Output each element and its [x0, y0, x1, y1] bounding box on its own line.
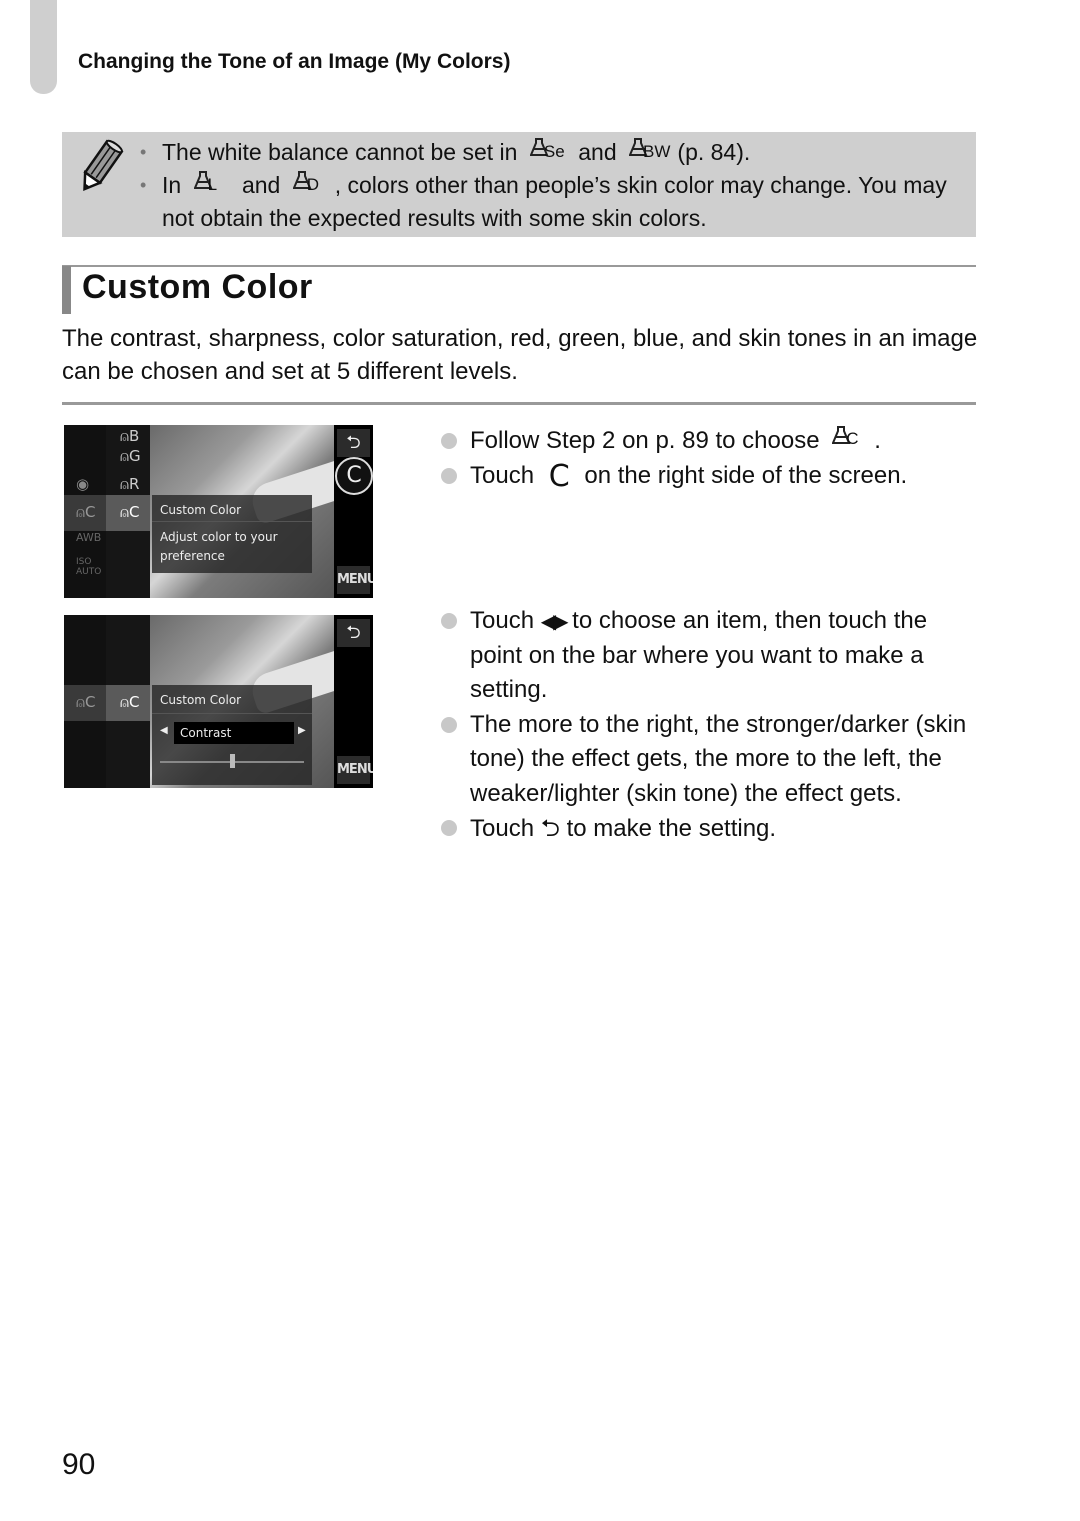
step-text: . [874, 427, 881, 454]
note-text: (p. 84). [677, 139, 751, 165]
chapter-tab-marker [30, 0, 57, 94]
section-top-rule [62, 265, 976, 267]
icon-sub: R [129, 475, 140, 493]
my-colors-custom-icon[interactable]: ⍝C [120, 693, 140, 711]
back-button[interactable]: ⮌ [337, 619, 370, 647]
item-selector: ◀ Contrast ▶ [156, 722, 308, 744]
camera-screen-custom-color-adjust: ⍝C ⍝C Custom Color ◀ Contrast ▶ ⮌ MENU [64, 615, 373, 788]
menu-button[interactable]: MENU [337, 566, 373, 594]
my-colors-b-icon[interactable]: ⍝B [120, 427, 139, 445]
steps-group-2: Touch ◀▶ to choose an item, then touch t… [440, 604, 985, 847]
custom-settings-c-icon: C [548, 458, 570, 494]
step-text: Follow Step 2 on p. 89 to choose [470, 427, 820, 454]
mode-icon-sub: D [306, 175, 320, 194]
custom-color-function-icon[interactable]: ⍝C [76, 693, 95, 711]
icon-sub: C [129, 693, 140, 711]
level-slider[interactable] [160, 754, 304, 768]
page-number: 90 [62, 1448, 96, 1481]
note-text: The white balance cannot be set in [162, 139, 518, 165]
note-text: and [241, 172, 281, 198]
icon-sub: G [129, 447, 141, 465]
steps-group-1: Follow Step 2 on p. 89 to choose C . Tou… [440, 424, 985, 494]
bullet [441, 613, 457, 629]
step-item: The more to the right, the stronger/dark… [440, 708, 985, 812]
overlay-title: Custom Color [152, 685, 312, 714]
step-item: Follow Step 2 on p. 89 to choose C . [440, 424, 985, 459]
lighter-skin-mode-icon: L [193, 169, 230, 197]
pencil-icon [83, 139, 124, 192]
iso-auto-icon[interactable]: ISO AUTO [76, 557, 101, 577]
step-item: Touch C on the right side of the screen. [440, 459, 985, 495]
mode-icon-sub: BW [643, 142, 671, 161]
slider-thumb[interactable] [230, 754, 235, 768]
custom-color-function-icon[interactable]: ⍝C [76, 503, 95, 521]
mode-icon-sub: Se [543, 142, 565, 161]
step-item: Touch ⮌ to make the setting. [440, 811, 985, 847]
custom-settings-button[interactable]: C [335, 457, 373, 495]
bullet: • [140, 142, 147, 162]
icon-sub: C [129, 503, 140, 521]
bullet [441, 716, 457, 733]
camera-screen-custom-color-select: ⍝B ⍝G ⍝R ⍝C ◉ ⍝C AWB ISO AUTO Custom Colo… [64, 425, 373, 598]
left-right-arrows-icon: ◀▶ [540, 609, 569, 633]
running-header: Changing the Tone of an Image (My Colors… [78, 50, 511, 73]
section-divider [62, 402, 976, 405]
step-text: to choose an item, then touch the point … [470, 607, 928, 703]
custom-color-mode-icon: C [832, 424, 868, 452]
bullet: • [140, 175, 147, 195]
step-text: to make the setting. [566, 815, 777, 842]
item-label: Contrast [174, 722, 294, 744]
prev-item-arrow[interactable]: ◀ [160, 725, 168, 736]
section-title: Custom Color [82, 268, 313, 306]
note-text: and [578, 139, 617, 165]
awb-icon[interactable]: AWB [76, 531, 101, 544]
my-colors-r-icon[interactable]: ⍝R [120, 475, 139, 493]
bullet [441, 467, 457, 484]
note-text: , colors other than people’s skin color … [162, 172, 947, 231]
menu-button[interactable]: MENU [337, 756, 373, 784]
mode-icon-sub: C [846, 428, 859, 448]
step-text: Touch [470, 461, 535, 489]
sepia-mode-icon: Se [529, 136, 566, 164]
darker-skin-mode-icon: D [292, 169, 329, 197]
note-list: • The white balance cannot be set in Se … [138, 136, 958, 235]
icon-sub: B [129, 427, 140, 445]
my-colors-custom-icon[interactable]: ⍝C [120, 503, 140, 521]
section-accent-bar [62, 266, 71, 314]
overlay-title: Custom Color [152, 495, 312, 522]
note-item: • The white balance cannot be set in Se … [138, 136, 958, 169]
step-text: on the right side of the screen. [584, 461, 908, 489]
next-item-arrow[interactable]: ▶ [298, 725, 306, 736]
note-text: In [162, 172, 182, 198]
mode-icon-sub: L [207, 175, 218, 194]
note-item: • In L and D , colors other than people’… [138, 169, 958, 235]
bullet [441, 433, 457, 449]
step-text: The more to the right, the stronger/dark… [470, 710, 967, 807]
my-colors-g-icon[interactable]: ⍝G [120, 447, 141, 465]
metering-icon[interactable]: ◉ [76, 475, 89, 493]
back-button[interactable]: ⮌ [337, 429, 370, 457]
note-box: • The white balance cannot be set in Se … [62, 132, 976, 237]
bullet [441, 820, 457, 836]
info-overlay: Custom Color Adjust color to your prefer… [152, 495, 312, 573]
bw-mode-icon: BW [629, 136, 670, 164]
step-text: Touch [470, 815, 535, 842]
return-icon: ⮌ [540, 814, 560, 842]
step-item: Touch ◀▶ to choose an item, then touch t… [440, 604, 985, 708]
step-text: Touch [470, 607, 535, 634]
overlay-description: Adjust color to your preference [160, 530, 278, 563]
info-overlay: Custom Color ◀ Contrast ▶ [152, 685, 312, 785]
section-intro: The contrast, sharpness, color saturatio… [62, 325, 978, 385]
